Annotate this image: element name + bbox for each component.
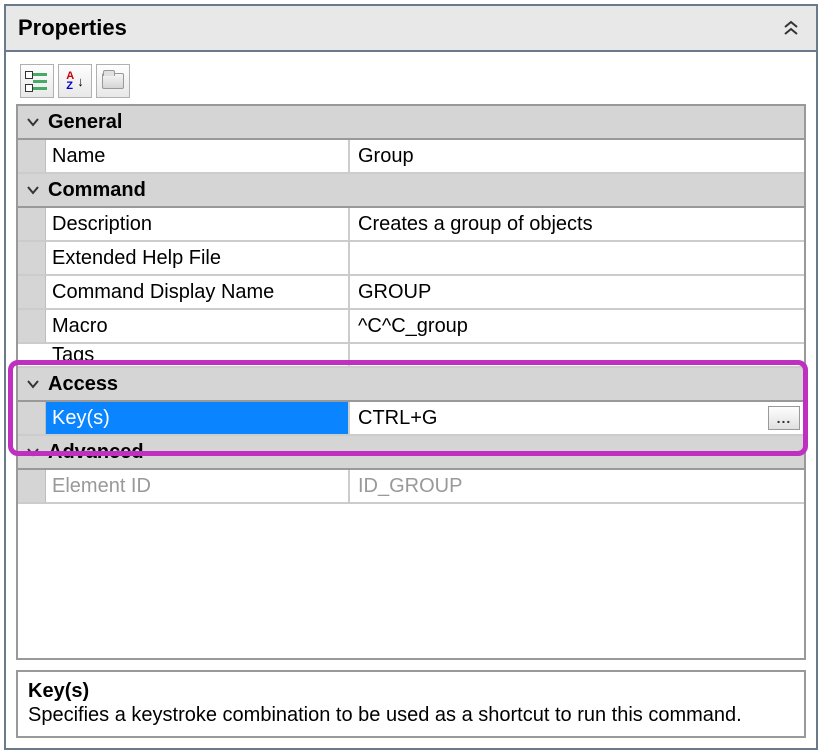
property-row-display-name[interactable]: Command Display Name GROUP	[18, 276, 804, 310]
property-value[interactable]	[350, 344, 804, 348]
panel-title: Properties	[18, 15, 127, 41]
property-value[interactable]: CTRL+G ...	[350, 402, 804, 434]
description-title: Key(s)	[28, 680, 794, 703]
group-label: General	[48, 111, 122, 134]
panel-header: Properties	[6, 6, 816, 52]
property-label: Key(s)	[46, 402, 350, 434]
property-label: Macro	[46, 310, 350, 342]
categorized-view-button[interactable]	[20, 64, 54, 98]
row-gutter	[18, 310, 46, 342]
property-row-tags[interactable]: Tags	[18, 344, 804, 368]
property-value[interactable]: ^C^C_group	[350, 310, 804, 342]
group-header-advanced[interactable]: Advanced	[18, 436, 804, 470]
property-row-extended-help[interactable]: Extended Help File	[18, 242, 804, 276]
group-header-command[interactable]: Command	[18, 174, 804, 208]
property-label: Tags	[46, 344, 350, 368]
description-text: Specifies a keystroke combination to be …	[28, 703, 794, 728]
group-header-general[interactable]: General	[18, 106, 804, 140]
chevron-down-icon	[26, 183, 40, 197]
arrow-down-icon: ↓	[77, 74, 84, 89]
properties-panel: Properties A Z ↓	[4, 4, 818, 750]
ellipsis-button[interactable]: ...	[768, 406, 800, 430]
row-gutter	[18, 140, 46, 172]
property-row-element-id: Element ID ID_GROUP	[18, 470, 804, 504]
property-row-keys[interactable]: Key(s) CTRL+G ...	[18, 402, 804, 436]
row-gutter	[18, 208, 46, 240]
folder-icon	[102, 73, 124, 89]
property-label: Command Display Name	[46, 276, 350, 308]
panel-body: A Z ↓ General Name Group	[6, 52, 816, 748]
property-value[interactable]: Group	[350, 140, 804, 172]
property-value-text: CTRL+G	[358, 407, 437, 430]
double-chevron-up-icon	[782, 19, 800, 37]
property-value[interactable]: GROUP	[350, 276, 804, 308]
description-box: Key(s) Specifies a keystroke combination…	[16, 670, 806, 738]
property-label: Description	[46, 208, 350, 240]
property-label: Extended Help File	[46, 242, 350, 274]
property-row-macro[interactable]: Macro ^C^C_group	[18, 310, 804, 344]
property-grid: General Name Group Command Description C…	[16, 104, 806, 504]
toolbar: A Z ↓	[16, 64, 806, 98]
property-label: Element ID	[46, 470, 350, 502]
property-row-description[interactable]: Description Creates a group of objects	[18, 208, 804, 242]
group-label: Command	[48, 179, 146, 202]
row-gutter	[18, 242, 46, 274]
group-label: Access	[48, 373, 118, 396]
property-value[interactable]: Creates a group of objects	[350, 208, 804, 240]
property-row-name[interactable]: Name Group	[18, 140, 804, 174]
property-value: ID_GROUP	[350, 470, 804, 502]
alphabetical-view-button[interactable]: A Z ↓	[58, 64, 92, 98]
group-label: Advanced	[48, 441, 144, 464]
row-gutter	[18, 276, 46, 308]
row-gutter	[18, 402, 46, 434]
chevron-down-icon	[26, 115, 40, 129]
categorized-icon	[25, 69, 49, 93]
property-pages-button[interactable]	[96, 64, 130, 98]
sort-z-icon: Z	[66, 81, 74, 91]
property-label: Name	[46, 140, 350, 172]
chevron-down-icon	[26, 377, 40, 391]
property-value[interactable]	[350, 242, 804, 274]
chevron-down-icon	[26, 445, 40, 459]
group-header-access[interactable]: Access	[18, 368, 804, 402]
grid-empty-space	[16, 504, 806, 660]
row-gutter	[18, 470, 46, 502]
collapse-button[interactable]	[778, 15, 804, 41]
